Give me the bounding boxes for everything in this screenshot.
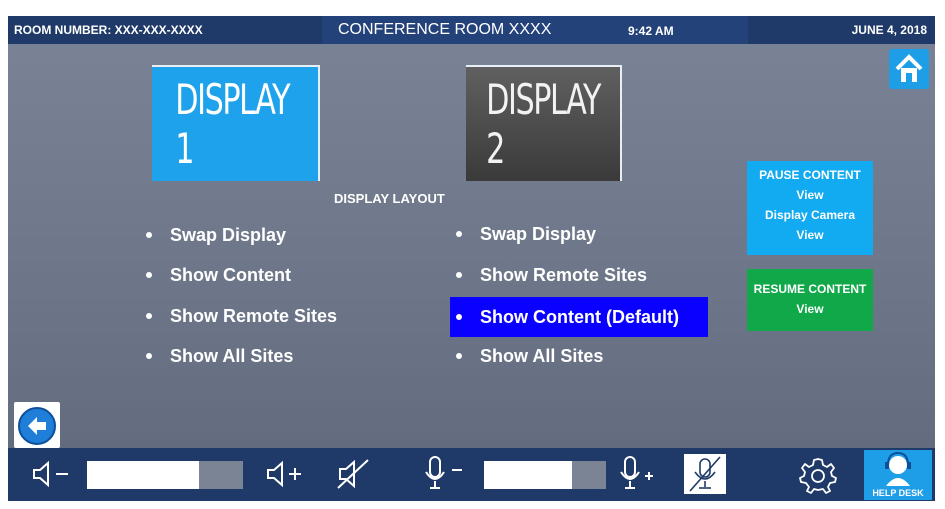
settings-gear-icon[interactable] [798, 456, 838, 494]
back-arrow-icon [18, 407, 56, 445]
right-option-swap-display[interactable]: Swap Display [450, 214, 596, 254]
clock: 9:42 AM [628, 24, 674, 38]
bullet [456, 231, 462, 237]
volume-down-icon[interactable] [30, 460, 76, 488]
header-bar: ROOM NUMBER: XXX-XXX-XXXX CONFERENCE ROO… [8, 16, 935, 44]
resume-content-button[interactable]: RESUME CONTENT View [747, 269, 873, 331]
back-button[interactable] [14, 402, 60, 448]
bullet [146, 272, 152, 278]
speaker-volume-slider[interactable] [87, 461, 243, 489]
room-title: CONFERENCE ROOM XXXX [338, 21, 552, 38]
speaker-mute-icon[interactable] [334, 456, 374, 492]
right-option-show-content-default[interactable]: Show Content (Default) [450, 297, 708, 337]
mic-up-icon[interactable] [617, 454, 665, 494]
mic-down-icon[interactable] [422, 454, 470, 494]
bullet [146, 353, 152, 359]
help-desk-agent-icon [885, 451, 911, 486]
mic-mute-icon [689, 456, 721, 492]
display-2-label: DISPLAY 2 [486, 75, 601, 173]
bullet [456, 272, 462, 278]
right-option-show-all-sites[interactable]: Show All Sites [450, 336, 603, 376]
help-desk-label: HELP DESK [872, 488, 924, 498]
display-1-button[interactable]: DISPLAY 1 [152, 65, 320, 181]
room-number: ROOM NUMBER: XXX-XXX-XXXX [14, 23, 203, 37]
bullet [146, 232, 152, 238]
left-option-swap-display[interactable]: Swap Display [140, 215, 286, 255]
left-option-show-remote-sites[interactable]: Show Remote Sites [140, 296, 337, 336]
display-2-button[interactable]: DISPLAY 2 [466, 65, 622, 181]
bottom-control-bar: HELP DESK [8, 448, 935, 501]
help-desk-button[interactable]: HELP DESK [864, 450, 932, 500]
touch-panel: ROOM NUMBER: XXX-XXX-XXXX CONFERENCE ROO… [8, 16, 935, 501]
home-icon [895, 54, 923, 82]
speaker-volume-fill [87, 461, 200, 489]
bullet [146, 313, 152, 319]
left-option-show-all-sites[interactable]: Show All Sites [140, 336, 293, 376]
mic-volume-slider[interactable] [484, 461, 606, 489]
right-option-show-remote-sites[interactable]: Show Remote Sites [450, 255, 647, 295]
left-option-show-content[interactable]: Show Content [140, 255, 291, 295]
pause-content-button[interactable]: PAUSE CONTENT View Display Camera View [747, 161, 873, 255]
date: JUNE 4, 2018 [851, 23, 927, 37]
bullet [456, 314, 462, 320]
display-layout-heading: DISPLAY LAYOUT [334, 191, 445, 206]
display-1-label: DISPLAY 1 [175, 75, 290, 173]
mic-mute-button[interactable] [684, 454, 726, 494]
volume-up-icon[interactable] [264, 460, 310, 488]
mic-volume-fill [484, 461, 572, 489]
bullet [456, 353, 462, 359]
home-button[interactable] [889, 49, 929, 89]
